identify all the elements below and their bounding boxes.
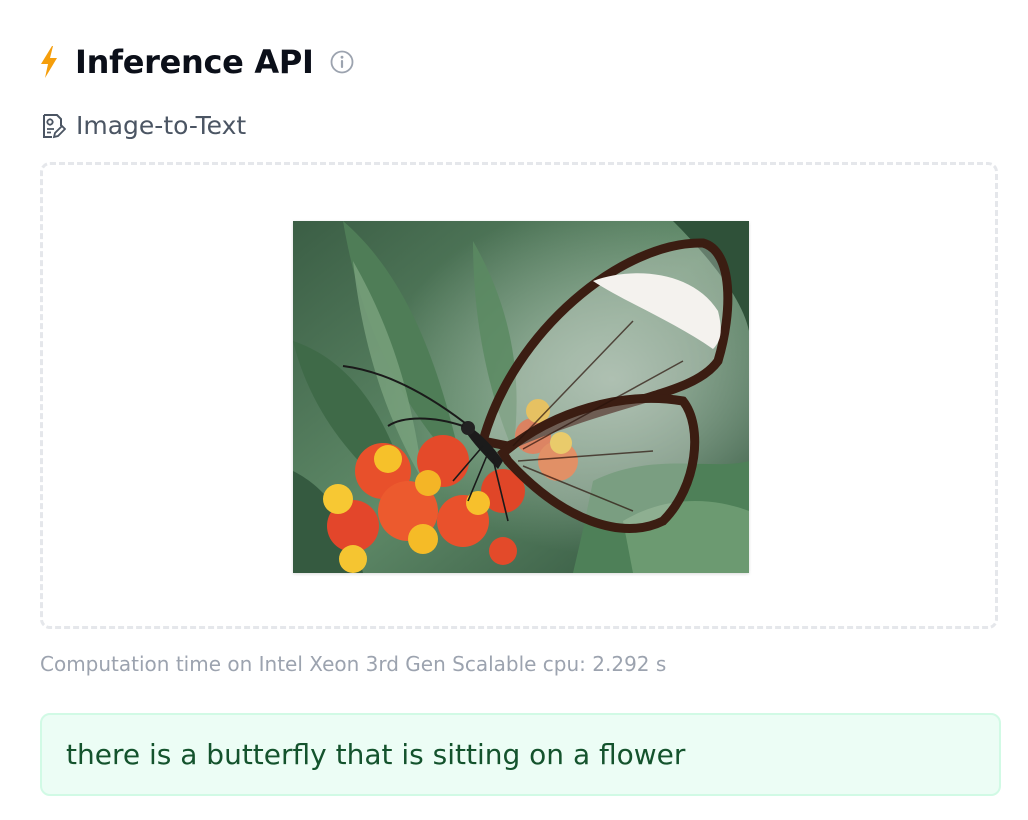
widget-title: Inference API — [75, 43, 314, 81]
result-caption: there is a butterfly that is sitting on … — [66, 737, 686, 771]
info-icon[interactable] — [330, 50, 354, 74]
uploaded-image-preview — [293, 221, 749, 573]
result-output-box: there is a butterfly that is sitting on … — [40, 713, 1001, 796]
computation-time: Computation time on Intel Xeon 3rd Gen S… — [40, 652, 667, 676]
widget-header: Inference API — [38, 40, 354, 84]
image-dropzone[interactable] — [40, 162, 998, 629]
lightning-bolt-icon — [38, 45, 60, 79]
image-to-text-task-icon — [40, 112, 67, 140]
task-label: Image-to-Text — [76, 111, 247, 140]
task-type[interactable]: Image-to-Text — [40, 108, 246, 144]
